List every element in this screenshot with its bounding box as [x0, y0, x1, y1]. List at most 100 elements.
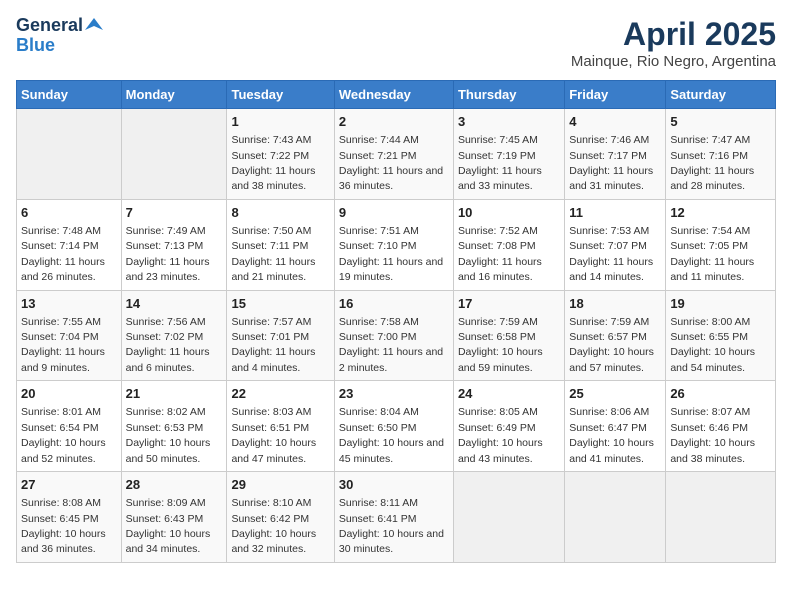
calendar-day-cell: 22 Sunrise: 8:03 AM Sunset: 6:51 PM Dayli…: [227, 381, 334, 472]
calendar-day-cell: 18 Sunrise: 7:59 AM Sunset: 6:57 PM Dayli…: [565, 290, 666, 381]
calendar-day-cell: 2Sunrise: 7:44 AM Sunset: 7:21 PM Daylig…: [334, 109, 453, 200]
weekday-header-cell: Wednesday: [334, 81, 453, 109]
calendar-day-cell: 4 Sunrise: 7:46 AM Sunset: 7:17 PM Daylig…: [565, 109, 666, 200]
day-info: Sunrise: 8:04 AM Sunset: 6:50 PM Dayligh…: [339, 406, 444, 464]
day-info: Sunrise: 7:52 AM Sunset: 7:08 PM Dayligh…: [458, 225, 542, 283]
location-title: Mainque, Rio Negro, Argentina: [571, 53, 776, 70]
day-info: Sunrise: 8:09 AM Sunset: 6:43 PM Dayligh…: [126, 497, 211, 555]
day-number: 8: [231, 204, 329, 222]
day-number: 28: [126, 476, 223, 494]
weekday-header-cell: Sunday: [17, 81, 122, 109]
day-info: Sunrise: 7:59 AM Sunset: 6:58 PM Dayligh…: [458, 316, 543, 374]
day-number: 18: [569, 295, 661, 313]
calendar-day-cell: [565, 472, 666, 563]
day-info: Sunrise: 8:06 AM Sunset: 6:47 PM Dayligh…: [569, 406, 654, 464]
day-number: 9: [339, 204, 449, 222]
calendar-week-row: 6 Sunrise: 7:48 AM Sunset: 7:14 PM Daylig…: [17, 199, 776, 290]
day-number: 23: [339, 385, 449, 403]
day-info: Sunrise: 8:01 AM Sunset: 6:54 PM Dayligh…: [21, 406, 106, 464]
calendar-day-cell: 14Sunrise: 7:56 AM Sunset: 7:02 PM Dayli…: [121, 290, 227, 381]
day-info: Sunrise: 7:43 AM Sunset: 7:22 PM Dayligh…: [231, 134, 315, 192]
day-number: 21: [126, 385, 223, 403]
calendar-day-cell: [17, 109, 122, 200]
day-number: 6: [21, 204, 117, 222]
day-info: Sunrise: 7:56 AM Sunset: 7:02 PM Dayligh…: [126, 316, 210, 374]
calendar-day-cell: 3Sunrise: 7:45 AM Sunset: 7:19 PM Daylig…: [453, 109, 564, 200]
day-number: 29: [231, 476, 329, 494]
calendar-day-cell: [453, 472, 564, 563]
calendar-day-cell: 19 Sunrise: 8:00 AM Sunset: 6:55 PM Dayli…: [666, 290, 776, 381]
day-number: 24: [458, 385, 560, 403]
day-number: 27: [21, 476, 117, 494]
day-number: 26: [670, 385, 771, 403]
day-number: 2: [339, 113, 449, 131]
weekday-header-cell: Tuesday: [227, 81, 334, 109]
day-info: Sunrise: 7:45 AM Sunset: 7:19 PM Dayligh…: [458, 134, 542, 192]
day-number: 19: [670, 295, 771, 313]
day-number: 17: [458, 295, 560, 313]
calendar-day-cell: 13 Sunrise: 7:55 AM Sunset: 7:04 PM Dayli…: [17, 290, 122, 381]
logo-general: General: [16, 16, 83, 36]
calendar-day-cell: 30 Sunrise: 8:11 AM Sunset: 6:41 PM Dayli…: [334, 472, 453, 563]
day-info: Sunrise: 7:48 AM Sunset: 7:14 PM Dayligh…: [21, 225, 105, 283]
calendar-body: 1Sunrise: 7:43 AM Sunset: 7:22 PM Daylig…: [17, 109, 776, 563]
day-number: 30: [339, 476, 449, 494]
day-info: Sunrise: 7:58 AM Sunset: 7:00 PM Dayligh…: [339, 316, 443, 374]
weekday-header-cell: Monday: [121, 81, 227, 109]
title-area: April 2025 Mainque, Rio Negro, Argentina: [571, 16, 776, 70]
day-info: Sunrise: 8:10 AM Sunset: 6:42 PM Dayligh…: [231, 497, 316, 555]
calendar-day-cell: 25 Sunrise: 8:06 AM Sunset: 6:47 PM Dayli…: [565, 381, 666, 472]
calendar-week-row: 13 Sunrise: 7:55 AM Sunset: 7:04 PM Dayli…: [17, 290, 776, 381]
calendar-day-cell: 24 Sunrise: 8:05 AM Sunset: 6:49 PM Dayli…: [453, 381, 564, 472]
day-info: Sunrise: 7:46 AM Sunset: 7:17 PM Dayligh…: [569, 134, 653, 192]
calendar-week-row: 27 Sunrise: 8:08 AM Sunset: 6:45 PM Dayli…: [17, 472, 776, 563]
day-info: Sunrise: 7:50 AM Sunset: 7:11 PM Dayligh…: [231, 225, 315, 283]
calendar-day-cell: 21 Sunrise: 8:02 AM Sunset: 6:53 PM Dayli…: [121, 381, 227, 472]
calendar-day-cell: 15Sunrise: 7:57 AM Sunset: 7:01 PM Dayli…: [227, 290, 334, 381]
logo: General Blue: [16, 16, 103, 56]
calendar-day-cell: 17 Sunrise: 7:59 AM Sunset: 6:58 PM Dayli…: [453, 290, 564, 381]
calendar-day-cell: 12Sunrise: 7:54 AM Sunset: 7:05 PM Dayli…: [666, 199, 776, 290]
calendar-day-cell: 28 Sunrise: 8:09 AM Sunset: 6:43 PM Dayli…: [121, 472, 227, 563]
calendar-day-cell: 5 Sunrise: 7:47 AM Sunset: 7:16 PM Daylig…: [666, 109, 776, 200]
day-info: Sunrise: 8:08 AM Sunset: 6:45 PM Dayligh…: [21, 497, 106, 555]
calendar-day-cell: 1Sunrise: 7:43 AM Sunset: 7:22 PM Daylig…: [227, 109, 334, 200]
day-info: Sunrise: 8:05 AM Sunset: 6:49 PM Dayligh…: [458, 406, 543, 464]
calendar-table: SundayMondayTuesdayWednesdayThursdayFrid…: [16, 80, 776, 563]
day-info: Sunrise: 7:57 AM Sunset: 7:01 PM Dayligh…: [231, 316, 315, 374]
header: General Blue April 2025 Mainque, Rio Neg…: [16, 16, 776, 70]
day-info: Sunrise: 7:51 AM Sunset: 7:10 PM Dayligh…: [339, 225, 443, 283]
calendar-day-cell: 10Sunrise: 7:52 AM Sunset: 7:08 PM Dayli…: [453, 199, 564, 290]
day-info: Sunrise: 7:53 AM Sunset: 7:07 PM Dayligh…: [569, 225, 653, 283]
day-number: 25: [569, 385, 661, 403]
day-info: Sunrise: 8:02 AM Sunset: 6:53 PM Dayligh…: [126, 406, 211, 464]
calendar-day-cell: 6 Sunrise: 7:48 AM Sunset: 7:14 PM Daylig…: [17, 199, 122, 290]
day-number: 7: [126, 204, 223, 222]
calendar-day-cell: 11 Sunrise: 7:53 AM Sunset: 7:07 PM Dayli…: [565, 199, 666, 290]
weekday-header-cell: Saturday: [666, 81, 776, 109]
calendar-week-row: 20Sunrise: 8:01 AM Sunset: 6:54 PM Dayli…: [17, 381, 776, 472]
weekday-header-cell: Thursday: [453, 81, 564, 109]
day-info: Sunrise: 8:11 AM Sunset: 6:41 PM Dayligh…: [339, 497, 444, 555]
calendar-day-cell: 27 Sunrise: 8:08 AM Sunset: 6:45 PM Dayli…: [17, 472, 122, 563]
calendar-day-cell: 20Sunrise: 8:01 AM Sunset: 6:54 PM Dayli…: [17, 381, 122, 472]
day-number: 11: [569, 204, 661, 222]
day-info: Sunrise: 7:59 AM Sunset: 6:57 PM Dayligh…: [569, 316, 654, 374]
day-number: 13: [21, 295, 117, 313]
day-info: Sunrise: 8:03 AM Sunset: 6:51 PM Dayligh…: [231, 406, 316, 464]
month-title: April 2025: [571, 16, 776, 53]
calendar-day-cell: [666, 472, 776, 563]
day-info: Sunrise: 7:54 AM Sunset: 7:05 PM Dayligh…: [670, 225, 754, 283]
logo-blue: Blue: [16, 36, 55, 56]
day-number: 5: [670, 113, 771, 131]
day-info: Sunrise: 8:00 AM Sunset: 6:55 PM Dayligh…: [670, 316, 755, 374]
calendar-week-row: 1Sunrise: 7:43 AM Sunset: 7:22 PM Daylig…: [17, 109, 776, 200]
calendar-day-cell: 7 Sunrise: 7:49 AM Sunset: 7:13 PM Daylig…: [121, 199, 227, 290]
day-info: Sunrise: 7:47 AM Sunset: 7:16 PM Dayligh…: [670, 134, 754, 192]
day-info: Sunrise: 8:07 AM Sunset: 6:46 PM Dayligh…: [670, 406, 755, 464]
day-info: Sunrise: 7:55 AM Sunset: 7:04 PM Dayligh…: [21, 316, 105, 374]
day-number: 4: [569, 113, 661, 131]
day-number: 22: [231, 385, 329, 403]
day-info: Sunrise: 7:49 AM Sunset: 7:13 PM Dayligh…: [126, 225, 210, 283]
weekday-header-cell: Friday: [565, 81, 666, 109]
